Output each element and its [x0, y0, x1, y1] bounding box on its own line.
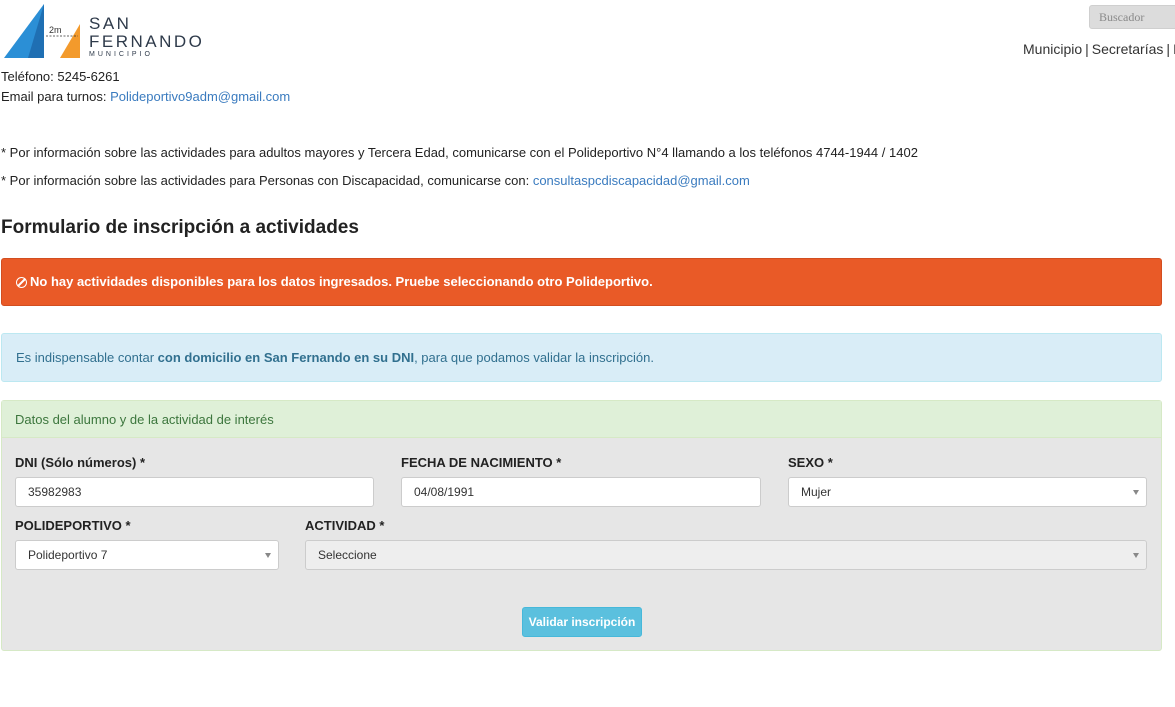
email-link[interactable]: Polideportivo9adm@gmail.com — [110, 89, 290, 104]
error-alert: No hay actividades disponibles para los … — [1, 258, 1162, 306]
disability-note-text: * Por información sobre las actividades … — [1, 173, 533, 188]
error-message: No hay actividades disponibles para los … — [30, 274, 653, 289]
search-input[interactable]: Buscador — [1089, 5, 1175, 29]
panel-heading: Datos del alumno y de la actividad de in… — [2, 401, 1161, 438]
sex-select-value: Mujer — [801, 485, 832, 499]
sport-center-select-value: Polideportivo 7 — [28, 548, 108, 562]
sex-select[interactable]: Mujer — [788, 477, 1147, 507]
nav-separator: | — [1166, 41, 1171, 57]
student-data-panel: Datos del alumno y de la actividad de in… — [1, 400, 1162, 651]
info-suffix: , para que podamos validar la inscripció… — [414, 350, 654, 365]
dni-label: DNI (Sólo números) * — [15, 455, 146, 470]
birthdate-label: FECHA DE NACIMIENTO * — [401, 455, 562, 470]
sex-label: SEXO * — [788, 455, 833, 470]
activity-select-value: Seleccione — [318, 548, 377, 562]
info-bold: con domicilio en San Fernando en su DNI — [157, 350, 415, 365]
chevron-down-icon — [1133, 490, 1139, 495]
email-line: Email para turnos: Polideportivo9adm@gma… — [1, 89, 290, 104]
disability-note: * Por información sobre las actividades … — [1, 173, 750, 188]
municipality-logo[interactable]: 2m SAN FERNANDO MUNICIPIO — [2, 2, 202, 62]
logo-line1: SAN — [89, 14, 132, 33]
sport-center-select[interactable]: Polideportivo 7 — [15, 540, 279, 570]
info-alert: Es indispensable contar con domicilio en… — [1, 333, 1162, 382]
logo-line3: MUNICIPIO — [89, 51, 153, 58]
chevron-down-icon — [265, 553, 271, 558]
activity-select[interactable]: Seleccione — [305, 540, 1147, 570]
chevron-down-icon — [1133, 553, 1139, 558]
nav-item-secretarias[interactable]: Secretarías — [1092, 41, 1164, 57]
form-title: Formulario de inscripción a actividades — [1, 217, 359, 238]
info-prefix: Es indispensable contar — [16, 350, 158, 365]
nav-separator: | — [1085, 41, 1089, 57]
validate-button[interactable]: Validar inscripción — [522, 607, 642, 637]
email-label: Email para turnos: — [1, 89, 111, 104]
birthdate-input[interactable]: 04/08/1991 — [401, 477, 761, 507]
sailboat-logo-icon: 2m — [4, 4, 80, 58]
logo-line2: FERNANDO — [89, 32, 205, 51]
seniors-note: * Por información sobre las actividades … — [1, 145, 918, 160]
activity-label: ACTIVIDAD * — [305, 518, 385, 533]
logo-text: SAN FERNANDO MUNICIPIO — [89, 15, 204, 58]
site-header: 2m SAN FERNANDO MUNICIPIO Buscador Munic… — [0, 0, 1175, 66]
disability-email-link[interactable]: consultaspcdiscapacidad@gmail.com — [533, 173, 750, 188]
top-navigation: Municipio|Secretarías|In — [1023, 41, 1175, 57]
logo-badge: 2m — [49, 25, 62, 35]
nav-item-municipio[interactable]: Municipio — [1023, 41, 1082, 57]
ban-icon — [16, 277, 27, 288]
dni-input[interactable]: 35982983 — [15, 477, 374, 507]
sport-center-label: POLIDEPORTIVO * — [15, 518, 131, 533]
phone-line: Teléfono: 5245-6261 — [1, 69, 120, 84]
